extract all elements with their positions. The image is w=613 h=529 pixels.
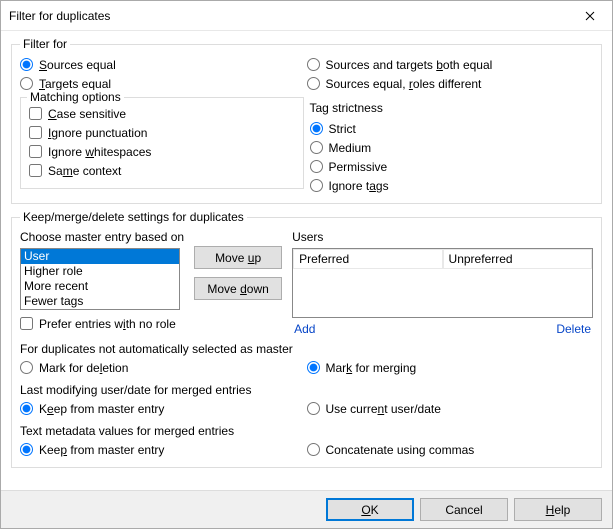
list-item[interactable]: More recent <box>21 279 179 294</box>
list-item[interactable]: Fewer tags <box>21 294 179 309</box>
users-label: Users <box>292 230 593 244</box>
users-header-preferred[interactable]: Preferred <box>293 249 442 269</box>
tag-strictness-label: Tag strictness <box>310 101 594 115</box>
filter-for-group: Filter for Sources equal Targets equal <box>11 37 602 204</box>
dialog-footer: OK Cancel Help <box>1 490 612 528</box>
matching-options-group: Matching options Case sensitive Ignore p… <box>20 97 304 189</box>
master-listbox[interactable]: User Higher role More recent Fewer tags <box>20 248 180 310</box>
dup-settings-legend: Keep/merge/delete settings for duplicate… <box>20 210 247 224</box>
check-ignore-whitespaces[interactable]: Ignore whitespaces <box>29 142 295 161</box>
move-down-button[interactable]: Move down <box>194 277 282 300</box>
radio-medium[interactable]: Medium <box>310 138 594 157</box>
text-meta-label: Text metadata values for merged entries <box>20 424 593 438</box>
not-master-label: For duplicates not automatically selecte… <box>20 342 593 356</box>
radio-both-equal[interactable]: Sources and targets both equal <box>307 55 594 74</box>
radio-mark-merging[interactable]: Mark for merging <box>307 358 594 377</box>
delete-link[interactable]: Delete <box>556 322 591 336</box>
radio-permissive[interactable]: Permissive <box>310 157 594 176</box>
dup-settings-group: Keep/merge/delete settings for duplicate… <box>11 210 602 468</box>
window-title: Filter for duplicates <box>9 9 567 23</box>
titlebar: Filter for duplicates <box>1 1 612 31</box>
add-link[interactable]: Add <box>294 322 315 336</box>
last-mod-label: Last modifying user/date for merged entr… <box>20 383 593 397</box>
users-header-unpreferred[interactable]: Unpreferred <box>443 249 592 269</box>
close-button[interactable] <box>567 1 612 30</box>
check-case-sensitive[interactable]: Case sensitive <box>29 104 295 123</box>
dialog-window: Filter for duplicates Filter for Sources… <box>0 0 613 529</box>
move-up-button[interactable]: Move up <box>194 246 282 269</box>
matching-options-legend: Matching options <box>27 90 124 104</box>
radio-use-current-date[interactable]: Use current user/date <box>307 399 594 418</box>
radio-ignore-tags[interactable]: Ignore tags <box>310 176 594 195</box>
check-prefer-no-role[interactable]: Prefer entries with no role <box>20 314 184 333</box>
radio-mark-deletion[interactable]: Mark for deletion <box>20 358 307 377</box>
cancel-button[interactable]: Cancel <box>420 498 508 521</box>
radio-concat-meta[interactable]: Concatenate using commas <box>307 440 594 459</box>
radio-roles-different[interactable]: Sources equal, roles different <box>307 74 594 93</box>
close-icon <box>585 11 595 21</box>
list-item[interactable]: Higher role <box>21 264 179 279</box>
check-same-context[interactable]: Same context <box>29 161 295 180</box>
dialog-content: Filter for Sources equal Targets equal <box>1 31 612 490</box>
radio-keep-master-meta[interactable]: Keep from master entry <box>20 440 307 459</box>
list-item[interactable]: User <box>21 249 179 264</box>
radio-sources-equal[interactable]: Sources equal <box>20 55 307 74</box>
users-table[interactable]: Preferred Unpreferred <box>292 248 593 318</box>
ok-button[interactable]: OK <box>326 498 414 521</box>
help-button[interactable]: Help <box>514 498 602 521</box>
radio-strict[interactable]: Strict <box>310 119 594 138</box>
check-ignore-punctuation[interactable]: Ignore punctuation <box>29 123 295 142</box>
choose-master-label: Choose master entry based on <box>20 230 184 244</box>
filter-for-legend: Filter for <box>20 37 70 51</box>
radio-keep-master-date[interactable]: Keep from master entry <box>20 399 307 418</box>
